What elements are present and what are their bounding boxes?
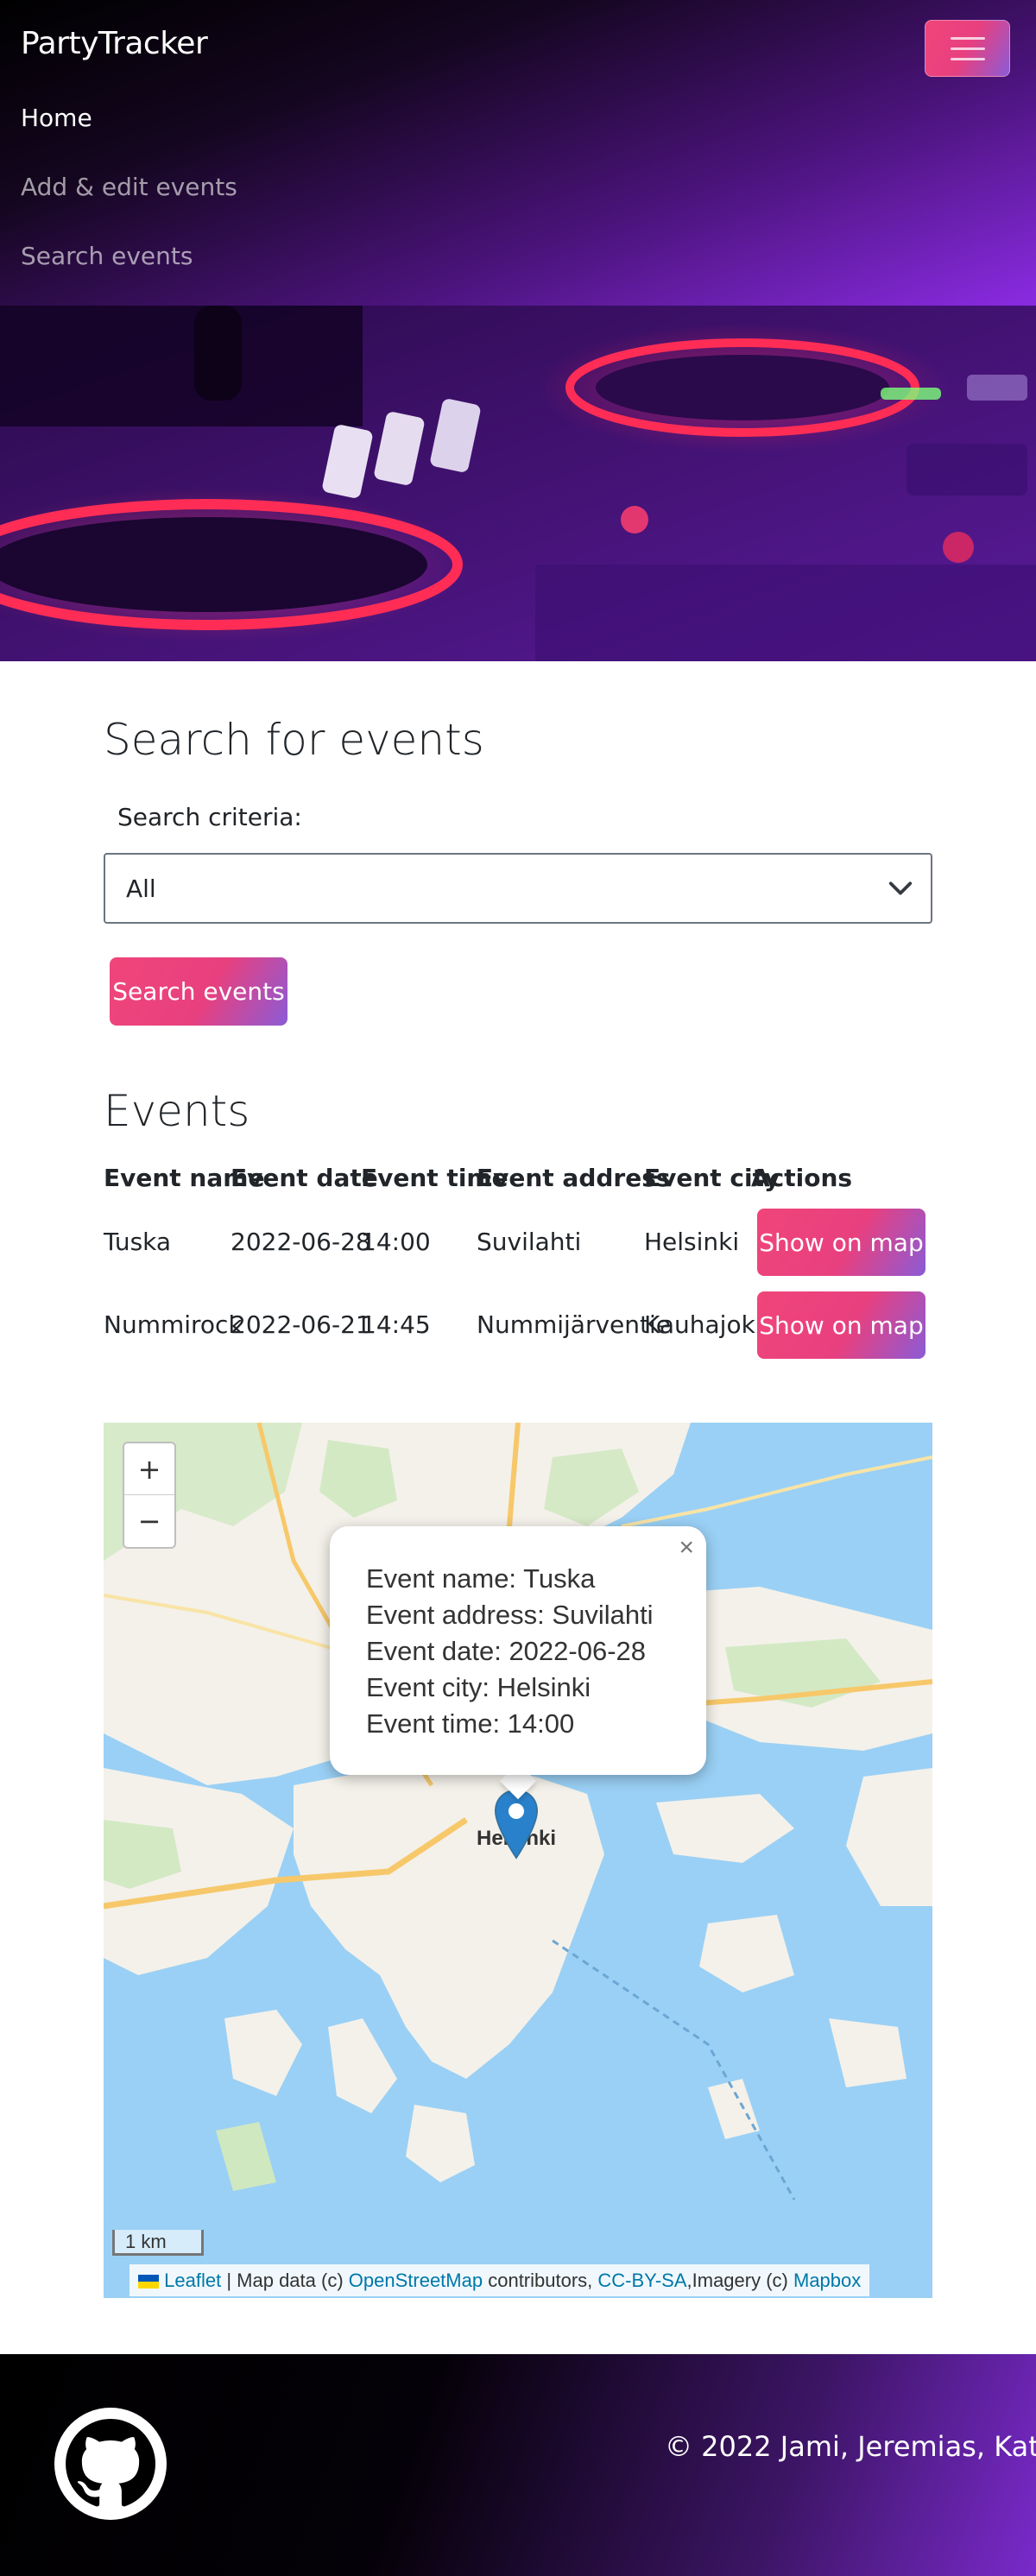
nav-link-search-events[interactable]: Search events bbox=[21, 242, 193, 270]
events-map[interactable]: + − Helsinki × Event name: Tuska Event a… bbox=[104, 1423, 932, 2298]
copyright-text: © 2022 Jami, Jeremias, Katja bbox=[665, 2430, 1036, 2463]
event-city-cell: Kauhajoki bbox=[644, 1310, 762, 1339]
popup-event-date: Event date: 2022-06-28 bbox=[366, 1636, 647, 1666]
map-attribution: Leaflet | Map data (c) OpenStreetMap con… bbox=[130, 2264, 870, 2296]
map-scale: 1 km bbox=[112, 2230, 204, 2256]
event-date-cell: 2022-06-28 bbox=[231, 1228, 371, 1256]
nav-link-home[interactable]: Home bbox=[21, 104, 92, 132]
zoom-in-button[interactable]: + bbox=[124, 1443, 174, 1495]
hamburger-menu-icon-bar bbox=[950, 57, 985, 60]
popup-event-address: Event address: Suvilahti bbox=[366, 1600, 654, 1630]
popup-event-city: Event city: Helsinki bbox=[366, 1672, 591, 1702]
zoom-out-button[interactable]: − bbox=[124, 1495, 174, 1547]
leaflet-link[interactable]: Leaflet bbox=[164, 2270, 221, 2291]
hamburger-menu-icon bbox=[950, 36, 985, 40]
github-icon[interactable] bbox=[54, 2408, 167, 2520]
search-heading: Search for events bbox=[104, 715, 484, 765]
chevron-down-icon bbox=[888, 881, 913, 895]
nav-link-add-edit-events[interactable]: Add & edit events bbox=[21, 173, 237, 201]
column-header-actions: Actions bbox=[751, 1164, 853, 1192]
dj-mixer-illustration bbox=[0, 306, 1036, 661]
attribution-contributors-text: contributors, bbox=[488, 2270, 593, 2291]
event-name-cell: Tuska bbox=[104, 1228, 172, 1256]
event-time-cell: 14:45 bbox=[361, 1310, 431, 1339]
search-criteria-value: All bbox=[126, 874, 156, 903]
navbar: PartyTracker Home Add & edit events Sear… bbox=[0, 0, 1036, 306]
popup-event-time: Event time: 14:00 bbox=[366, 1708, 575, 1739]
map-zoom-control: + − bbox=[123, 1442, 176, 1549]
column-header-event-address: Event address bbox=[477, 1164, 671, 1192]
mapbox-link[interactable]: Mapbox bbox=[793, 2270, 861, 2291]
column-header-event-date: Event date bbox=[231, 1164, 378, 1192]
hero-image bbox=[0, 306, 1036, 661]
event-time-cell: 14:00 bbox=[361, 1228, 431, 1256]
navbar-toggle-button[interactable] bbox=[925, 20, 1010, 77]
map-marker-icon[interactable] bbox=[494, 1789, 539, 1859]
popup-close-button[interactable]: × bbox=[679, 1533, 694, 1563]
attribution-separator: | bbox=[226, 2270, 232, 2291]
search-criteria-select[interactable]: All bbox=[104, 853, 932, 924]
popup-event-name: Event name: Tuska bbox=[366, 1563, 596, 1594]
show-on-map-button[interactable]: Show on map bbox=[757, 1209, 925, 1276]
ukraine-flag-icon bbox=[138, 2275, 159, 2289]
cc-by-sa-link[interactable]: CC-BY-SA bbox=[597, 2270, 686, 2291]
attribution-imagery-text: ,Imagery (c) bbox=[686, 2270, 788, 2291]
map-popup: × Event name: Tuska Event address: Suvil… bbox=[330, 1526, 706, 1775]
event-date-cell: 2022-06-21 bbox=[231, 1310, 371, 1339]
footer: © 2022 Jami, Jeremias, Katja bbox=[0, 2354, 1036, 2576]
event-city-cell: Helsinki bbox=[644, 1228, 740, 1256]
hamburger-menu-icon-bar bbox=[950, 47, 985, 50]
show-on-map-button[interactable]: Show on map bbox=[757, 1291, 925, 1359]
search-criteria-label: Search criteria: bbox=[117, 803, 302, 831]
event-name-cell: Nummirock bbox=[104, 1310, 243, 1339]
event-address-cell: Nummijärventie bbox=[477, 1310, 671, 1339]
attribution-map-data-text: Map data (c) bbox=[237, 2270, 344, 2291]
events-heading: Events bbox=[104, 1086, 250, 1136]
openstreetmap-link[interactable]: OpenStreetMap bbox=[349, 2270, 483, 2291]
search-events-button[interactable]: Search events bbox=[110, 957, 287, 1026]
event-address-cell: Suvilahti bbox=[477, 1228, 582, 1256]
brand-logo[interactable]: PartyTracker bbox=[21, 26, 208, 61]
